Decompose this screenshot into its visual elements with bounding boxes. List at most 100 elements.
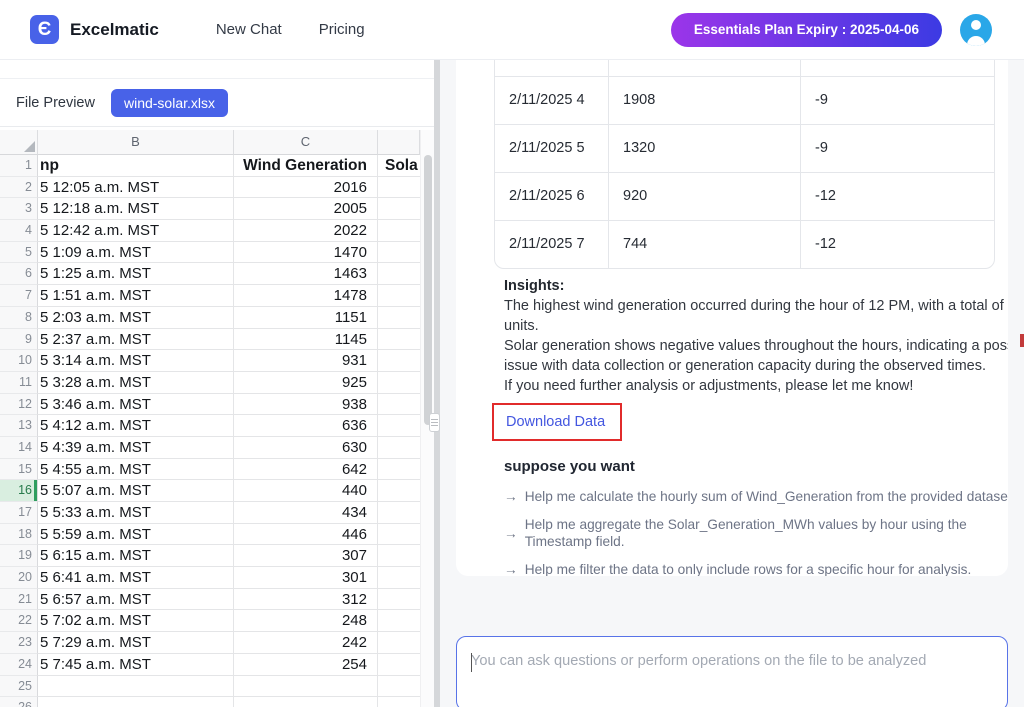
cell-d[interactable] xyxy=(378,372,420,394)
cell-b[interactable]: 5 2:37 a.m. MST xyxy=(38,329,234,351)
cell-b[interactable]: 5 7:45 a.m. MST xyxy=(38,654,234,676)
cell-d[interactable] xyxy=(378,502,420,524)
cell-d[interactable] xyxy=(378,676,420,698)
column-header-d[interactable] xyxy=(378,130,420,155)
spreadsheet-scrollbar-thumb[interactable] xyxy=(424,155,432,425)
cell-c[interactable]: 446 xyxy=(234,524,378,546)
row-number[interactable]: 15 xyxy=(0,459,38,481)
row-number[interactable]: 26 xyxy=(0,697,38,707)
cell-b[interactable]: 5 12:42 a.m. MST xyxy=(38,220,234,242)
cell-c[interactable] xyxy=(234,697,378,707)
row-number[interactable]: 6 xyxy=(0,263,38,285)
cell-b[interactable]: 5 2:03 a.m. MST xyxy=(38,307,234,329)
cell-c[interactable]: 1145 xyxy=(234,329,378,351)
nav-new-chat[interactable]: New Chat xyxy=(216,21,282,38)
suggestion-item[interactable]: →Help me filter the data to only include… xyxy=(504,561,1000,576)
cell-b[interactable]: 5 12:05 a.m. MST xyxy=(38,177,234,199)
row-number[interactable]: 20 xyxy=(0,567,38,589)
row-number[interactable]: 14 xyxy=(0,437,38,459)
plan-expiry-badge[interactable]: Essentials Plan Expiry : 2025-04-06 xyxy=(671,13,942,47)
row-number[interactable]: 8 xyxy=(0,307,38,329)
cell-d[interactable] xyxy=(378,329,420,351)
cell-c[interactable]: 2016 xyxy=(234,177,378,199)
cell-d[interactable] xyxy=(378,632,420,654)
chat-input-box[interactable] xyxy=(456,636,1008,707)
row-number[interactable]: 11 xyxy=(0,372,38,394)
cell-d[interactable] xyxy=(378,589,420,611)
cell-b[interactable]: 5 7:29 a.m. MST xyxy=(38,632,234,654)
cell-c[interactable] xyxy=(234,676,378,698)
cell-b[interactable]: 5 1:09 a.m. MST xyxy=(38,242,234,264)
cell-d[interactable] xyxy=(378,524,420,546)
cell-d[interactable] xyxy=(378,697,420,707)
row-number[interactable]: 17 xyxy=(0,502,38,524)
nav-pricing[interactable]: Pricing xyxy=(319,21,365,38)
cell-c[interactable]: 248 xyxy=(234,610,378,632)
cell-b[interactable]: 5 6:15 a.m. MST xyxy=(38,545,234,567)
chat-input-textarea[interactable] xyxy=(457,637,1007,707)
cell-b[interactable]: 5 4:39 a.m. MST xyxy=(38,437,234,459)
suggestion-item[interactable]: →Help me aggregate the Solar_Generation_… xyxy=(504,516,1000,550)
row-number[interactable]: 19 xyxy=(0,545,38,567)
cell-d[interactable] xyxy=(378,198,420,220)
cell-c[interactable]: Wind Generation xyxy=(234,155,378,177)
cell-b[interactable]: 5 4:12 a.m. MST xyxy=(38,415,234,437)
select-all-corner-icon[interactable] xyxy=(0,130,38,155)
cell-b[interactable]: 5 6:41 a.m. MST xyxy=(38,567,234,589)
cell-b[interactable]: 5 5:59 a.m. MST xyxy=(38,524,234,546)
cell-c[interactable]: 440 xyxy=(234,480,378,502)
cell-c[interactable]: 1151 xyxy=(234,307,378,329)
cell-c[interactable]: 434 xyxy=(234,502,378,524)
cell-b[interactable]: 5 12:18 a.m. MST xyxy=(38,198,234,220)
cell-b[interactable] xyxy=(38,676,234,698)
cell-d[interactable] xyxy=(378,437,420,459)
cell-d[interactable] xyxy=(378,394,420,416)
row-number[interactable]: 16 xyxy=(0,480,38,502)
cell-b[interactable]: 5 3:46 a.m. MST xyxy=(38,394,234,416)
cell-c[interactable]: 630 xyxy=(234,437,378,459)
excelmatic-logo-icon[interactable]: Є xyxy=(30,15,59,44)
cell-b[interactable] xyxy=(38,697,234,707)
row-number[interactable]: 18 xyxy=(0,524,38,546)
cell-c[interactable]: 1463 xyxy=(234,263,378,285)
row-number[interactable]: 24 xyxy=(0,654,38,676)
row-number[interactable]: 22 xyxy=(0,610,38,632)
cell-c[interactable]: 931 xyxy=(234,350,378,372)
cell-b[interactable]: 5 4:55 a.m. MST xyxy=(38,459,234,481)
cell-b[interactable]: 5 1:51 a.m. MST xyxy=(38,285,234,307)
cell-d[interactable] xyxy=(378,285,420,307)
cell-c[interactable]: 925 xyxy=(234,372,378,394)
cell-c[interactable]: 242 xyxy=(234,632,378,654)
cell-d[interactable] xyxy=(378,177,420,199)
cell-d[interactable] xyxy=(378,220,420,242)
row-number[interactable]: 13 xyxy=(0,415,38,437)
cell-d[interactable] xyxy=(378,480,420,502)
row-number[interactable]: 3 xyxy=(0,198,38,220)
suggestion-item[interactable]: →Help me calculate the hourly sum of Win… xyxy=(504,488,1000,505)
cell-b[interactable]: 5 6:57 a.m. MST xyxy=(38,589,234,611)
row-number[interactable]: 2 xyxy=(0,177,38,199)
column-header-b[interactable]: B xyxy=(38,130,234,155)
cell-c[interactable]: 301 xyxy=(234,567,378,589)
download-data-link[interactable]: Download Data xyxy=(506,414,605,430)
cell-b[interactable]: 5 3:28 a.m. MST xyxy=(38,372,234,394)
cell-b[interactable]: 5 7:02 a.m. MST xyxy=(38,610,234,632)
cell-c[interactable]: 312 xyxy=(234,589,378,611)
cell-d[interactable] xyxy=(378,263,420,285)
cell-d[interactable] xyxy=(378,610,420,632)
cell-c[interactable]: 1478 xyxy=(234,285,378,307)
panel-splitter-grip-icon[interactable] xyxy=(429,413,440,432)
cell-d[interactable] xyxy=(378,242,420,264)
row-number[interactable]: 1 xyxy=(0,155,38,177)
row-number[interactable]: 4 xyxy=(0,220,38,242)
row-number[interactable]: 23 xyxy=(0,632,38,654)
cell-d[interactable] xyxy=(378,654,420,676)
cell-c[interactable]: 2022 xyxy=(234,220,378,242)
row-number[interactable]: 10 xyxy=(0,350,38,372)
cell-b[interactable]: 5 1:25 a.m. MST xyxy=(38,263,234,285)
cell-c[interactable]: 642 xyxy=(234,459,378,481)
cell-d[interactable] xyxy=(378,415,420,437)
cell-b[interactable]: np xyxy=(38,155,234,177)
cell-c[interactable]: 2005 xyxy=(234,198,378,220)
cell-b[interactable]: 5 5:07 a.m. MST xyxy=(38,480,234,502)
